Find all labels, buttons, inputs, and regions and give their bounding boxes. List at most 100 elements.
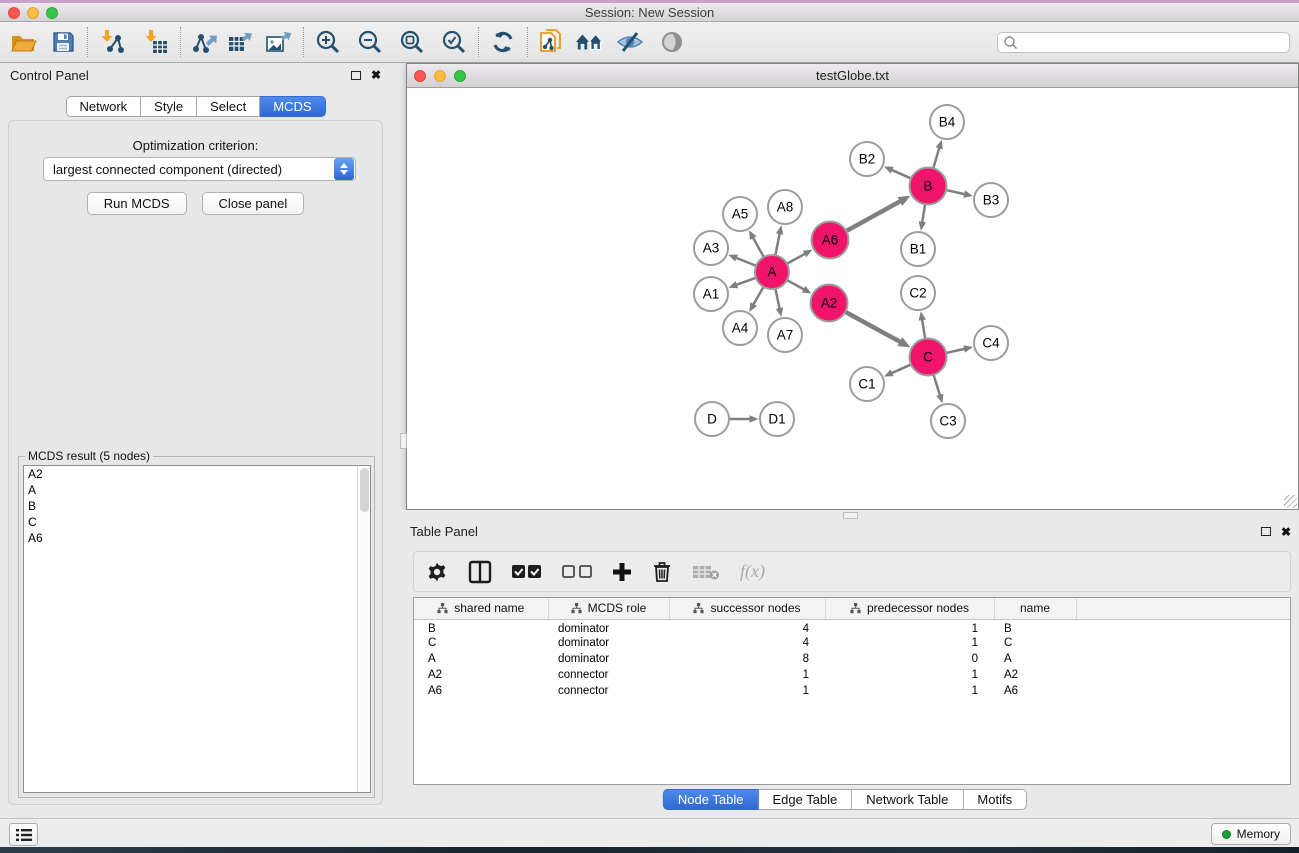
zoom-selected-icon[interactable] — [439, 25, 469, 59]
memory-button[interactable]: Memory — [1211, 823, 1291, 845]
edge-A6-B[interactable] — [844, 196, 910, 232]
column-header-MCDS-role[interactable]: MCDS role — [548, 598, 669, 619]
zoom-fit-icon[interactable] — [397, 25, 427, 59]
edge-A-A6[interactable] — [785, 250, 812, 265]
network-from-file-icon[interactable] — [537, 25, 567, 59]
zoom-in-icon[interactable] — [313, 25, 343, 59]
edge-A-A8[interactable] — [775, 225, 783, 257]
column-header-shared-name[interactable]: shared name — [414, 598, 548, 619]
export-image-icon[interactable] — [264, 25, 294, 59]
settings-gear-icon[interactable] — [426, 557, 448, 587]
open-session-icon[interactable] — [8, 25, 38, 59]
edge-A-A4[interactable] — [749, 285, 764, 312]
network-window-titlebar[interactable]: testGlobe.txt — [407, 64, 1298, 88]
show-panels-houses-icon[interactable] — [575, 25, 605, 59]
delete-table-icon[interactable] — [692, 557, 720, 587]
network-node-B[interactable]: B — [910, 168, 947, 205]
edge-A-A5[interactable] — [749, 230, 765, 259]
edge-C-C1[interactable] — [884, 364, 913, 377]
tab-select[interactable]: Select — [197, 96, 260, 117]
network-node-A5[interactable]: A5 — [723, 197, 757, 231]
table-row[interactable]: Adominator80A — [414, 651, 1291, 667]
edge-A2-C[interactable] — [843, 311, 910, 348]
network-node-C[interactable]: C — [910, 339, 947, 376]
export-table-icon[interactable] — [226, 25, 256, 59]
tab-network[interactable]: Network — [65, 96, 141, 117]
delete-column-trash-icon[interactable] — [652, 557, 672, 587]
save-session-icon[interactable] — [48, 25, 78, 59]
table-row[interactable]: Cdominator41C — [414, 635, 1291, 651]
task-history-button[interactable] — [9, 823, 38, 846]
import-network-icon[interactable] — [97, 25, 127, 59]
edge-A-A3[interactable] — [728, 255, 758, 267]
column-header-predecessor-nodes[interactable]: predecessor nodes — [825, 598, 994, 619]
close-panel-icon[interactable]: ✖ — [371, 70, 381, 80]
node-table-grid[interactable]: shared nameMCDS rolesuccessor nodesprede… — [413, 597, 1291, 785]
network-node-B3[interactable]: B3 — [974, 183, 1008, 217]
network-node-A1[interactable]: A1 — [694, 277, 728, 311]
network-node-A7[interactable]: A7 — [768, 318, 802, 352]
splitter-grip-vertical[interactable] — [400, 433, 407, 449]
network-node-B1[interactable]: B1 — [901, 232, 935, 266]
network-node-A[interactable]: A — [755, 255, 789, 289]
table-row[interactable]: A6connector11A6 — [414, 683, 1291, 699]
resize-grip-icon[interactable] — [1284, 495, 1297, 508]
minimize-window-button[interactable] — [27, 7, 39, 19]
tab-mcds[interactable]: MCDS — [260, 96, 325, 117]
network-node-C3[interactable]: C3 — [931, 404, 965, 438]
network-node-A4[interactable]: A4 — [723, 311, 757, 345]
table-tab-motifs[interactable]: Motifs — [963, 789, 1027, 810]
table-row[interactable]: Bdominator41B — [414, 619, 1291, 635]
network-node-B4[interactable]: B4 — [930, 105, 964, 139]
edge-C-C2[interactable] — [919, 311, 926, 340]
network-node-A8[interactable]: A8 — [768, 190, 802, 224]
search-field[interactable] — [997, 32, 1290, 53]
network-node-A3[interactable]: A3 — [694, 231, 728, 265]
edge-A-A2[interactable] — [785, 279, 811, 293]
mcds-result-item[interactable]: A6 — [24, 530, 370, 546]
network-node-A2[interactable]: A2 — [811, 285, 848, 322]
edge-B-B2[interactable] — [884, 166, 913, 179]
mcds-result-item[interactable]: B — [24, 498, 370, 514]
close-network-button[interactable] — [414, 70, 426, 82]
zoom-out-icon[interactable] — [355, 25, 385, 59]
network-node-A6[interactable]: A6 — [812, 222, 849, 259]
table-tab-edge-table[interactable]: Edge Table — [758, 789, 852, 810]
add-column-icon[interactable] — [612, 557, 632, 587]
edge-D-D1[interactable] — [727, 415, 759, 423]
scrollbar[interactable] — [357, 466, 370, 792]
float-table-panel-icon[interactable] — [1261, 527, 1271, 536]
table-tab-network-table[interactable]: Network Table — [852, 789, 963, 810]
network-node-C4[interactable]: C4 — [974, 326, 1008, 360]
splitter-grip-horizontal[interactable] — [843, 512, 858, 519]
edge-B-B4[interactable] — [933, 140, 943, 170]
edge-B-B3[interactable] — [944, 190, 973, 198]
edge-C-C4[interactable] — [944, 345, 973, 353]
edge-B-B1[interactable] — [919, 202, 926, 230]
network-node-D1[interactable]: D1 — [760, 402, 794, 436]
network-node-C1[interactable]: C1 — [850, 367, 884, 401]
zoom-window-button[interactable] — [46, 7, 58, 19]
optimization-criterion-select[interactable]: largest connected component (directed) — [43, 157, 356, 181]
float-panel-icon[interactable] — [351, 71, 361, 80]
function-builder-icon[interactable]: f(x) — [740, 561, 765, 582]
unselect-all-icon[interactable] — [562, 557, 592, 587]
minimize-network-button[interactable] — [434, 70, 446, 82]
edge-C-C3[interactable] — [933, 373, 943, 404]
close-table-panel-icon[interactable]: ✖ — [1281, 527, 1291, 537]
run-mcds-button[interactable]: Run MCDS — [87, 192, 187, 215]
close-window-button[interactable] — [8, 7, 20, 19]
tab-style[interactable]: Style — [141, 96, 197, 117]
zoom-network-button[interactable] — [454, 70, 466, 82]
show-graphics-eye-icon[interactable] — [657, 25, 687, 59]
mcds-result-item[interactable]: A — [24, 482, 370, 498]
search-input[interactable] — [1019, 34, 1289, 51]
column-layout-icon[interactable] — [468, 557, 492, 587]
network-node-B2[interactable]: B2 — [850, 142, 884, 176]
network-node-D[interactable]: D — [695, 402, 729, 436]
network-node-C2[interactable]: C2 — [901, 276, 935, 310]
mcds-result-item[interactable]: A2 — [24, 466, 370, 482]
table-row[interactable]: A2connector11A2 — [414, 667, 1291, 683]
import-table-icon[interactable] — [141, 25, 171, 59]
column-header-name[interactable]: name — [994, 598, 1076, 619]
